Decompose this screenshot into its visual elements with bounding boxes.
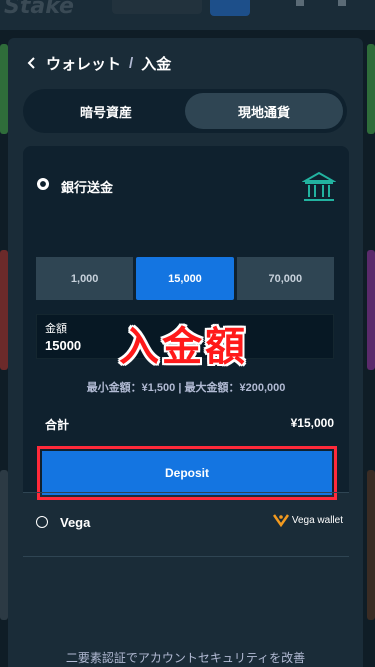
vega-wallet-text: Vega wallet [291,514,343,526]
amount-option-1000[interactable]: 1,000 [36,257,134,300]
amount-option-70000[interactable]: 70,000 [236,257,334,300]
breadcrumb: ウォレット / 入金 [24,52,171,74]
background-header: Stake [0,0,375,30]
balance-display [112,0,202,14]
deposit-button[interactable]: Deposit [42,451,332,495]
site-logo: Stake [4,0,74,19]
menu-icon [338,0,346,6]
two-factor-prompt[interactable]: 二要素認証でアカウントセキュリティを改善 [8,649,363,666]
bank-transfer-label: 銀行送金 [61,180,114,195]
amount-presets: 1,000 15,000 70,000 [36,257,334,300]
background-game-strip [367,44,375,134]
bank-transfer-radio[interactable] [37,178,49,190]
background-game-strip [0,44,8,134]
tab-local-currency[interactable]: 現地通貨 [185,93,343,129]
vega-v-icon [272,514,289,527]
total-label: 合計 [45,418,70,432]
vega-radio[interactable] [36,516,48,528]
bank-transfer-panel: 銀行送金 1,000 15,000 70,000 金額 入金額 最小金額：¥1,… [23,146,349,500]
wallet-modal: ウォレット / 入金 暗号資産 現地通貨 銀行送金 1,000 15,000 7… [8,38,363,667]
amount-option-15000[interactable]: 15,000 [136,257,234,300]
background-game-strip [0,470,8,620]
wallet-button [210,0,250,16]
vega-wallet-logo: Vega wallet [272,513,343,527]
bank-icon [302,171,336,201]
background-game-strip [0,250,8,370]
vega-option[interactable]: Vega Vega wallet [23,493,349,556]
chevron-left-icon[interactable] [24,55,40,71]
tab-crypto[interactable]: 暗号資産 [27,93,185,129]
divider [23,556,349,557]
amount-field-label: 金額 [45,323,67,335]
annotation-overlay: 入金額 [119,324,248,370]
search-icon [296,0,304,6]
currency-tabs: 暗号資産 現地通貨 [23,89,347,133]
breadcrumb-separator: / [129,54,134,72]
deposit-limits: 最小金額：¥1,500 | 最大金額：¥200,000 [86,382,286,394]
background-game-strip [367,470,375,620]
background-game-strip [367,250,375,370]
total-value: ¥15,000 [290,416,334,430]
breadcrumb-deposit: 入金 [141,55,172,73]
breadcrumb-wallet[interactable]: ウォレット [46,53,121,74]
vega-label: Vega [60,515,91,530]
